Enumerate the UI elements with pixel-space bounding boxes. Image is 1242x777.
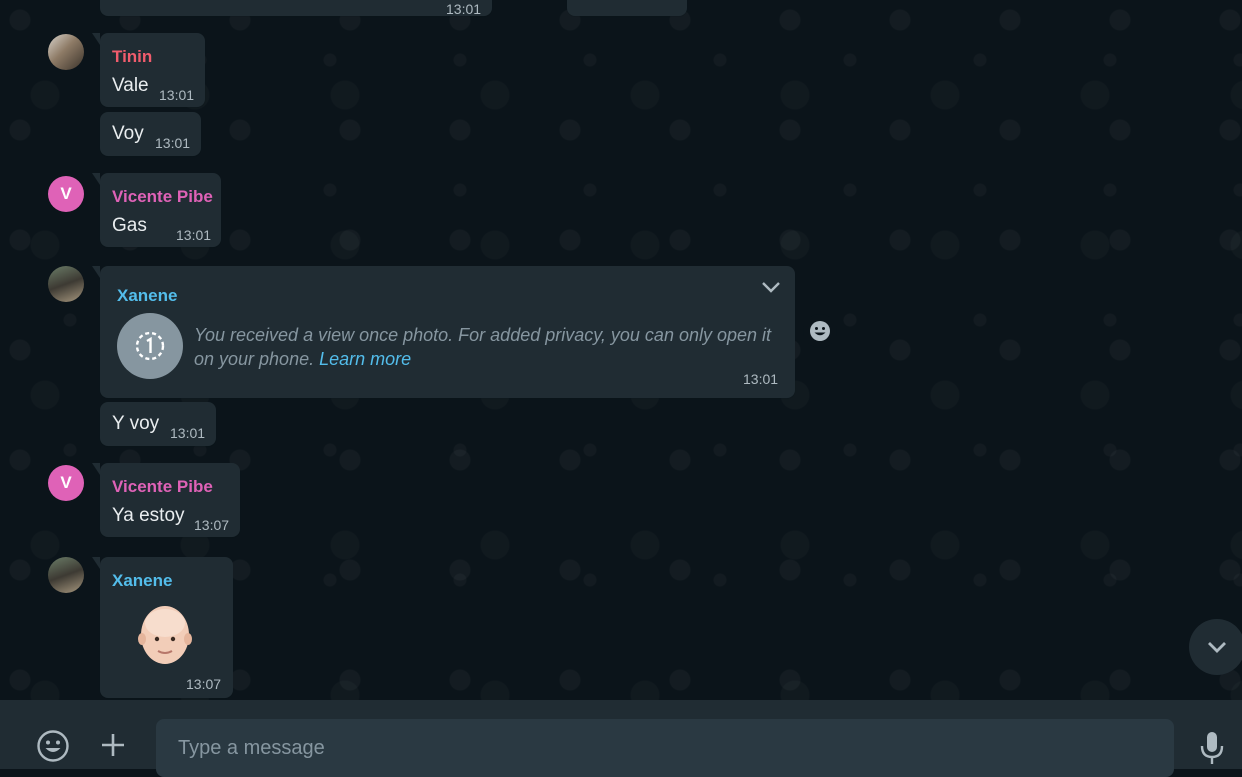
message-time: 13:07	[194, 517, 230, 533]
message-bubble-tinin-2[interactable]: Voy 13:01	[100, 112, 201, 156]
avatar-tinin[interactable]	[48, 34, 84, 70]
avatar-xanene[interactable]	[48, 266, 84, 302]
avatar-vicente[interactable]: V	[48, 176, 84, 212]
message-text: Ya estoy	[112, 505, 185, 526]
view-once-icon[interactable]	[117, 313, 183, 379]
smiley-icon	[810, 321, 830, 341]
message-bubble-sticker[interactable]: Xanene 13:07	[92, 557, 233, 698]
message-time: 13:01	[446, 1, 482, 17]
chevron-down-icon	[1208, 642, 1226, 653]
mic-icon[interactable]	[1196, 728, 1228, 768]
message-bubble-vicente-1[interactable]: Vicente Pibe Gas 13:01	[92, 173, 221, 247]
sender-name[interactable]: Vicente Pibe	[112, 477, 213, 497]
message-text: Voy	[112, 123, 144, 144]
message-bubble-vicente-2[interactable]: Vicente Pibe Ya estoy 13:07	[92, 463, 240, 537]
message-text: Gas	[112, 215, 147, 236]
plus-icon[interactable]	[96, 728, 130, 762]
message-bubble-xanene-2[interactable]: Y voy 13:01	[100, 402, 216, 446]
view-once-message: You received a view once photo. For adde…	[194, 325, 772, 369]
message-time: 13:01	[155, 135, 191, 151]
avatar-letter: V	[60, 184, 72, 203]
message-time: 13:01	[159, 87, 195, 103]
sender-name[interactable]: Tinin	[112, 47, 152, 67]
sender-name[interactable]: Xanene	[112, 571, 172, 591]
chat-area: 13:01 Tinin Vale 13:01 Voy 13:01 V Vicen…	[0, 0, 1242, 700]
emoji-icon[interactable]	[34, 727, 72, 765]
learn-more-link[interactable]: Learn more	[319, 349, 411, 369]
avatar-xanene-2[interactable]	[48, 557, 84, 593]
chevron-down-icon[interactable]	[760, 278, 782, 301]
message-time: 13:01	[176, 227, 212, 243]
message-text: Vale	[112, 75, 149, 96]
react-button[interactable]	[803, 314, 837, 348]
message-bubble-tinin-1[interactable]: Tinin Vale 13:01	[92, 33, 205, 107]
composer-bar	[0, 700, 1242, 777]
message-text: Y voy	[112, 413, 160, 434]
message-time: 13:07	[186, 676, 222, 692]
avatar-vicente-2[interactable]: V	[48, 465, 84, 501]
message-bubble-view-once[interactable]: Xanene You received a view once photo. F…	[92, 266, 795, 398]
message-time: 13:01	[743, 371, 779, 387]
avatar-letter: V	[60, 473, 72, 492]
sender-name[interactable]: Vicente Pibe	[112, 187, 213, 207]
scroll-to-bottom-button[interactable]	[1189, 619, 1242, 675]
message-time: 13:01	[170, 425, 206, 441]
message-bubble-partial[interactable]: 13:01	[100, 0, 492, 17]
sender-name[interactable]: Xanene	[117, 286, 177, 306]
bald-face-emoji[interactable]	[136, 601, 194, 672]
message-bubble-partial-2[interactable]	[567, 0, 687, 16]
message-input[interactable]	[156, 719, 1174, 777]
view-once-text: You received a view once photo. For adde…	[194, 323, 779, 371]
